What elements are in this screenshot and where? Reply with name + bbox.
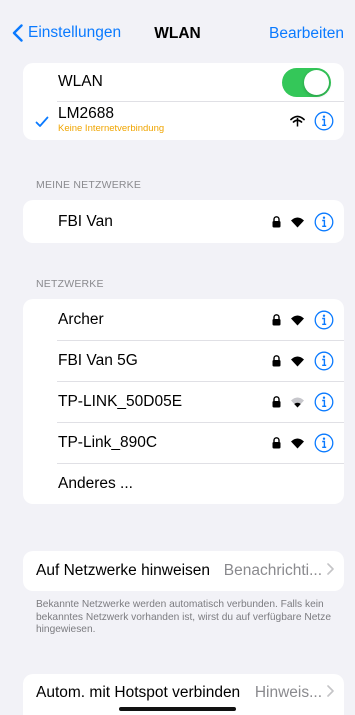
info-icon[interactable] — [314, 310, 334, 330]
network-name: FBI Van — [58, 212, 113, 230]
network-row[interactable]: TP-LINK_50D05E — [23, 381, 344, 422]
wlan-label: WLAN — [58, 73, 103, 90]
ask-join-row[interactable]: Auf Netzwerke hinweisen Benachrichti... — [23, 551, 344, 591]
network-icons — [272, 351, 334, 371]
network-icons — [272, 392, 334, 412]
my-networks-header: MEINE NETZWERKE — [36, 179, 142, 191]
networks-group: Archer FBI Van 5G TP-LINK_50D05E TP-Link… — [23, 299, 344, 504]
lock-icon — [272, 354, 281, 367]
edit-button[interactable]: Bearbeiten — [269, 25, 344, 43]
info-icon[interactable] — [314, 212, 334, 232]
hotspot-label: Autom. mit Hotspot verbinden — [36, 684, 241, 701]
lock-icon — [272, 436, 281, 449]
other-network-row[interactable]: Anderes ... — [23, 463, 344, 504]
wifi-icon — [290, 437, 305, 449]
network-name: FBI Van 5G — [58, 351, 138, 369]
chevron-left-icon — [12, 24, 23, 42]
network-row[interactable]: TP-Link_890C — [23, 422, 344, 463]
ask-join-group: Auf Netzwerke hinweisen Benachrichti... — [23, 551, 344, 591]
ask-join-value: Benachrichti... — [223, 562, 322, 579]
wlan-group: WLAN LM2688 Keine Internetverbindung — [23, 63, 344, 140]
network-row[interactable]: FBI Van 5G — [23, 340, 344, 381]
chevron-right-icon — [327, 562, 334, 580]
networks-header: NETZWERKE — [36, 278, 104, 290]
network-name: Archer — [58, 310, 104, 328]
wifi-icon — [290, 314, 305, 326]
info-icon[interactable] — [314, 111, 334, 131]
other-network-label: Anderes ... — [58, 474, 133, 492]
back-button[interactable]: Einstellungen — [12, 24, 121, 42]
network-row[interactable]: FBI Van — [23, 200, 344, 243]
wlan-toggle[interactable] — [282, 68, 331, 97]
network-name: TP-Link_890C — [58, 433, 158, 451]
lock-icon — [272, 215, 281, 228]
network-icons — [272, 433, 334, 453]
my-networks-group: FBI Van — [23, 200, 344, 243]
lock-icon — [272, 395, 281, 408]
hotspot-value: Hinweis... — [254, 684, 322, 701]
wifi-no-internet-icon — [290, 115, 305, 127]
connection-status: Keine Internetverbindung — [58, 123, 165, 134]
network-row[interactable]: Archer — [23, 299, 344, 340]
wifi-icon — [290, 355, 305, 367]
network-icons — [272, 212, 334, 232]
info-icon[interactable] — [314, 392, 334, 412]
back-label: Einstellungen — [28, 24, 122, 41]
checkmark-icon — [35, 115, 49, 133]
navigation-bar: Einstellungen WLAN Bearbeiten — [0, 16, 355, 52]
network-name: TP-LINK_50D05E — [58, 392, 183, 410]
toggle-knob — [304, 70, 329, 95]
chevron-right-icon — [327, 684, 334, 702]
info-icon[interactable] — [314, 433, 334, 453]
info-icon[interactable] — [314, 351, 334, 371]
home-indicator[interactable] — [119, 707, 236, 711]
network-icons — [272, 310, 334, 330]
wlan-toggle-row: WLAN — [23, 63, 344, 101]
connected-network-row[interactable]: LM2688 Keine Internetverbindung — [23, 101, 344, 140]
ask-join-footer: Bekannte Netzwerke werden automatisch ve… — [36, 599, 332, 635]
wifi-weak-icon — [290, 396, 305, 408]
wifi-icon — [290, 216, 305, 228]
connected-network-name: LM2688 — [58, 105, 115, 122]
lock-icon — [272, 313, 281, 326]
network-icons — [290, 111, 334, 131]
ask-join-label: Auf Netzwerke hinweisen — [36, 562, 211, 579]
